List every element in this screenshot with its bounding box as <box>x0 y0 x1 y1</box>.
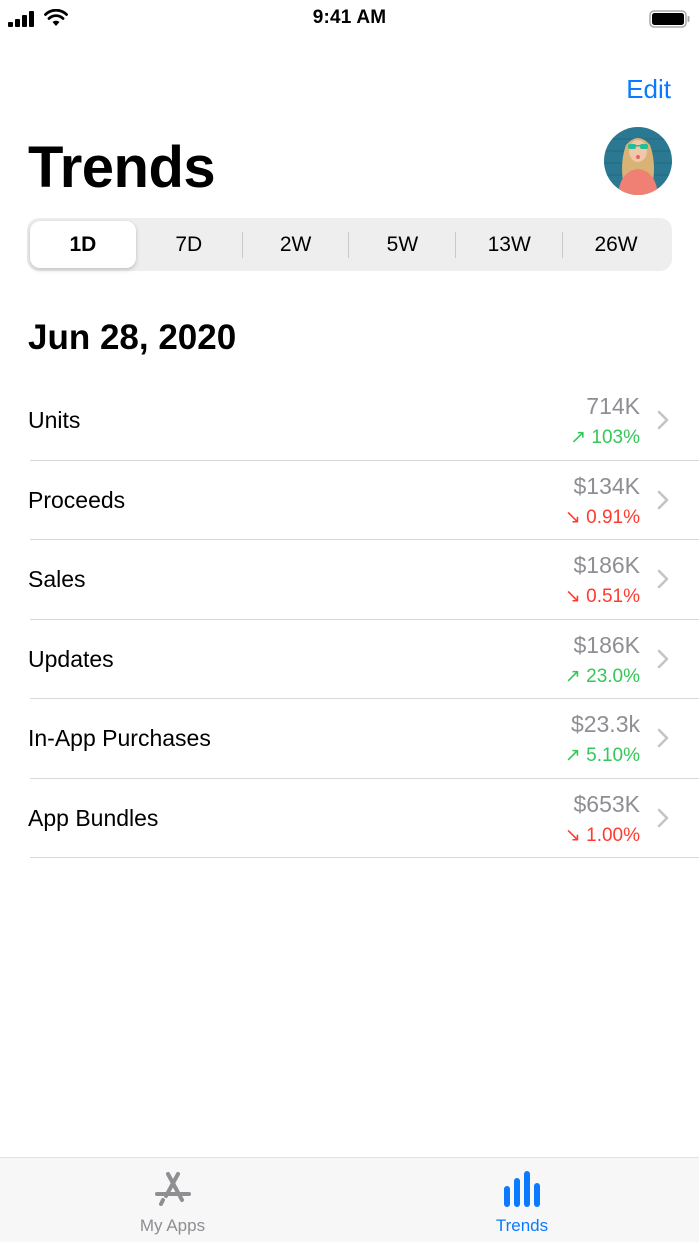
trend-up-arrow-icon: ↗ <box>570 427 587 448</box>
tab-trends[interactable]: Trends <box>345 1158 699 1242</box>
metric-label: Sales <box>28 566 86 592</box>
date-heading: Jun 28, 2020 <box>28 318 237 357</box>
metric-label: In-App Purchases <box>28 725 211 751</box>
battery-icon <box>649 10 690 28</box>
page-title: Trends <box>28 135 216 200</box>
metric-change-value: 5.10% <box>586 745 640 766</box>
metric-change-value: 23.0% <box>586 665 640 687</box>
metric-change: ↘ 0.51% <box>565 585 640 608</box>
metric-row-sales[interactable]: Sales $186K ↘ 0.51% <box>0 540 699 620</box>
tab-bar: My Apps Trends <box>0 1157 699 1242</box>
chevron-right-icon <box>657 410 669 430</box>
metric-value: $186K <box>573 552 640 578</box>
metric-row-units[interactable]: Units 714K ↗ 103% <box>0 381 699 461</box>
avatar-image <box>604 127 672 195</box>
chevron-right-icon <box>657 490 669 509</box>
bar-chart-icon <box>504 1171 540 1207</box>
metric-change-value: 0.91% <box>586 506 640 528</box>
metric-value: $134K <box>573 472 640 499</box>
segment-7d[interactable]: 7D <box>136 221 242 268</box>
chevron-right-icon <box>657 728 669 748</box>
metric-value: $186K <box>573 631 640 658</box>
metric-change-value: 103% <box>591 427 640 448</box>
trend-down-arrow-icon: ↘ <box>564 506 581 528</box>
metric-change: ↘ 1.00% <box>565 824 640 847</box>
metric-change-value: 0.51% <box>586 586 640 607</box>
metric-label: Units <box>28 407 81 433</box>
chevron-right-icon <box>657 569 669 589</box>
tab-my-apps[interactable]: My Apps <box>0 1158 345 1242</box>
metric-value: $653K <box>573 790 640 817</box>
avatar[interactable] <box>604 127 672 195</box>
metric-change: ↗ 5.10% <box>565 744 640 767</box>
segment-13w[interactable]: 13W <box>456 221 562 268</box>
trend-up-arrow-icon: ↗ <box>564 745 581 766</box>
segment-2w[interactable]: 2W <box>243 221 349 268</box>
segment-26w[interactable]: 26W <box>563 221 669 268</box>
metric-row-proceeds[interactable]: Proceeds $134K ↘ 0.91% <box>0 461 699 541</box>
metric-row-updates[interactable]: Updates $186K ↗ 23.0% <box>0 620 699 700</box>
trend-up-arrow-icon: ↗ <box>564 665 581 687</box>
metrics-list: Units 714K ↗ 103% Proceeds $134K ↘ 0.91%… <box>0 381 699 858</box>
metric-value: 714K <box>586 393 640 419</box>
status-bar: 9:41 AM <box>0 0 699 40</box>
trend-down-arrow-icon: ↘ <box>564 824 581 846</box>
metric-change: ↗ 23.0% <box>565 665 640 688</box>
metric-change-value: 1.00% <box>586 824 640 846</box>
segment-1d[interactable]: 1D <box>30 221 136 268</box>
metric-value: $23.3k <box>570 711 640 737</box>
trend-down-arrow-icon: ↘ <box>564 586 581 607</box>
segment-5w[interactable]: 5W <box>349 221 455 268</box>
tab-label: Trends <box>495 1216 549 1235</box>
tab-label: My Apps <box>139 1216 206 1235</box>
chevron-right-icon <box>657 808 669 827</box>
chevron-right-icon <box>657 649 669 668</box>
metric-label: Updates <box>28 645 114 672</box>
time-range-segmented-control: 1D 7D 2W 5W 13W 26W <box>27 218 672 271</box>
metric-row-app-bundles[interactable]: App Bundles $653K ↘ 1.00% <box>0 779 699 859</box>
status-time: 9:41 AM <box>312 7 387 28</box>
metric-change: ↗ 103% <box>570 426 640 449</box>
metric-row-in-app-purchases[interactable]: In-App Purchases $23.3k ↗ 5.10% <box>0 699 699 779</box>
metric-label: App Bundles <box>28 804 159 831</box>
metric-label: Proceeds <box>28 486 126 513</box>
app-store-icon <box>154 1172 191 1206</box>
edit-button[interactable]: Edit <box>626 74 671 105</box>
metric-change: ↘ 0.91% <box>565 506 640 529</box>
